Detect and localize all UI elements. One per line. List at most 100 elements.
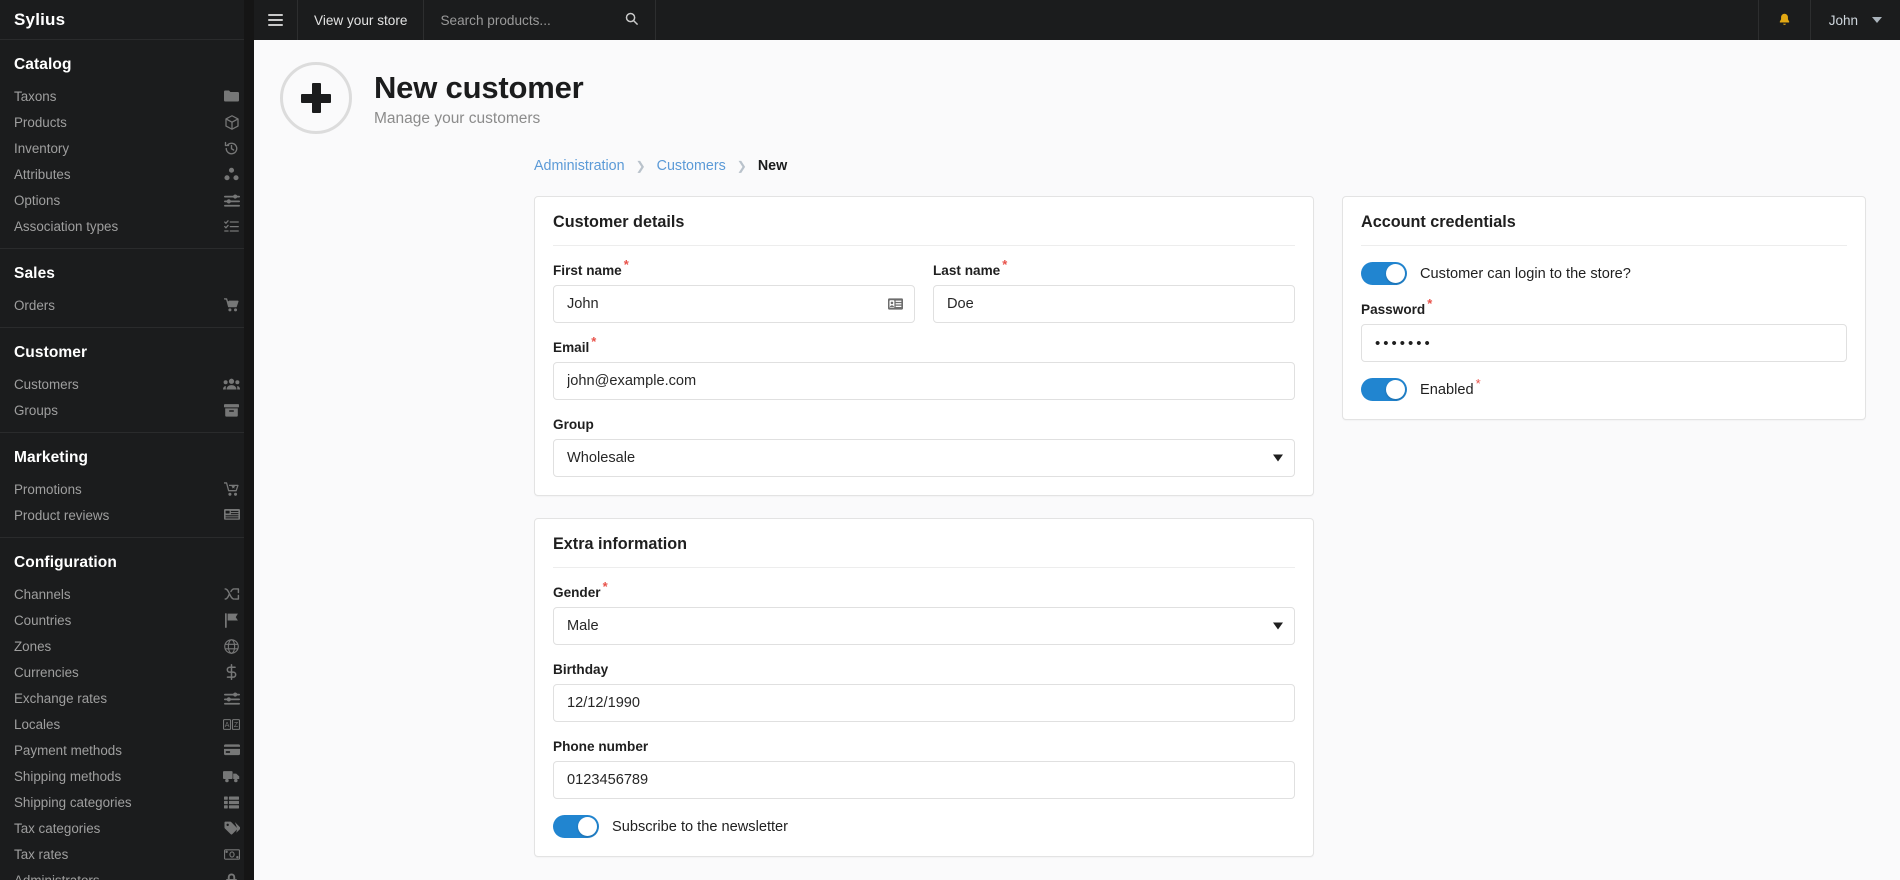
user-name: John xyxy=(1828,12,1858,28)
breadcrumb-item-customers[interactable]: Customers xyxy=(657,158,726,174)
search-input[interactable] xyxy=(440,12,601,28)
tags-icon xyxy=(223,821,240,836)
sidebar-scrollbar-track[interactable] xyxy=(244,0,254,880)
sidebar-item-payment-methods[interactable]: Payment methods xyxy=(0,737,254,763)
sidebar-item-product-reviews[interactable]: Product reviews xyxy=(0,502,254,528)
app-root: Sylius Catalog Taxons Products Inventory Att… xyxy=(0,0,1900,880)
hamburger-icon[interactable] xyxy=(254,0,298,40)
last-name-input[interactable] xyxy=(933,285,1295,323)
sidebar-item-inventory[interactable]: Inventory xyxy=(0,135,254,161)
sidebar-item-products[interactable]: Products xyxy=(0,109,254,135)
group-select-wrap xyxy=(553,439,1295,477)
email-label-text: Email xyxy=(553,340,590,355)
sidebar-item-options[interactable]: Options xyxy=(0,187,254,213)
sidebar-item-label: Inventory xyxy=(14,140,70,156)
sidebar-item-label: Customers xyxy=(14,376,79,392)
sidebar-item-promotions[interactable]: Promotions xyxy=(0,476,254,502)
sidebar-item-label: Tax rates xyxy=(14,846,69,862)
truck-icon xyxy=(223,769,240,784)
sidebar-item-attributes[interactable]: Attributes xyxy=(0,161,254,187)
hamburger-bars xyxy=(268,12,283,28)
brand-name: Sylius xyxy=(14,9,66,29)
sidebar-item-administrators[interactable]: Administrators xyxy=(0,867,254,880)
lock-icon xyxy=(223,872,240,880)
enabled-toggle-row: Enabled * xyxy=(1361,377,1847,401)
extra-information-card: Extra information Gender* Birthday xyxy=(534,518,1314,857)
can-login-toggle[interactable] xyxy=(1361,262,1407,285)
required-marker: * xyxy=(1002,257,1008,273)
email-input[interactable] xyxy=(553,362,1295,400)
language-icon: AZ xyxy=(223,717,240,732)
sidebar-item-orders[interactable]: Orders xyxy=(0,292,254,318)
last-name-label: Last name * xyxy=(933,258,1007,278)
history-icon xyxy=(223,141,240,156)
password-input[interactable] xyxy=(1361,324,1847,362)
sidebar-item-currencies[interactable]: Currencies xyxy=(0,659,254,685)
toggle-knob xyxy=(1386,380,1405,399)
bell-icon[interactable] xyxy=(1759,0,1811,40)
gender-select[interactable] xyxy=(553,607,1295,645)
gender-select-wrap xyxy=(553,607,1295,645)
sidebar-section-header: Configuration xyxy=(14,554,117,571)
group-select[interactable] xyxy=(553,439,1295,477)
sidebar-item-shipping-categories[interactable]: Shipping categories xyxy=(0,789,254,815)
sidebar-section-header: Catalog xyxy=(14,56,72,73)
required-marker: * xyxy=(602,579,608,595)
sidebar-item-shipping-methods[interactable]: Shipping methods xyxy=(0,763,254,789)
comment-list-icon xyxy=(223,508,240,523)
sidebar-item-channels[interactable]: Channels xyxy=(0,581,254,607)
sidebar-section-configuration: Configuration Channels Countries Zones Curre… xyxy=(0,538,254,880)
birthday-label: Birthday xyxy=(553,662,609,677)
sidebar-item-label: Orders xyxy=(14,297,55,313)
sidebar-section-marketing: Marketing Promotions Product reviews xyxy=(0,433,254,538)
last-name-input-wrap xyxy=(933,285,1295,323)
cart-icon xyxy=(223,298,240,313)
atoms-icon xyxy=(223,167,240,182)
search-icon[interactable] xyxy=(624,11,639,29)
first-name-field: First name * xyxy=(553,258,915,323)
sidebar-item-label: Shipping categories xyxy=(14,794,132,810)
sidebar-item-taxons[interactable]: Taxons xyxy=(0,83,254,109)
main-region: View your store John xyxy=(254,0,1900,880)
first-name-input[interactable] xyxy=(553,285,915,323)
enabled-label: Enabled * xyxy=(1420,377,1481,398)
newsletter-toggle[interactable] xyxy=(553,815,599,838)
checklist-icon xyxy=(223,219,240,234)
credit-card-icon xyxy=(223,743,240,758)
view-store-link[interactable]: View your store xyxy=(298,0,425,40)
dollar-icon xyxy=(223,664,240,680)
sidebar: Sylius Catalog Taxons Products Inventory Att… xyxy=(0,0,254,880)
sidebar-item-exchange-rates[interactable]: Exchange rates xyxy=(0,685,254,711)
sidebar-item-locales[interactable]: Locales A Z xyxy=(0,711,254,737)
sidebar-item-countries[interactable]: Countries xyxy=(0,607,254,633)
sidebar-item-label: Channels xyxy=(14,586,71,602)
gender-label: Gender * xyxy=(553,580,608,600)
sidebar-item-label: Promotions xyxy=(14,481,82,497)
cart-star-icon xyxy=(223,481,240,497)
sidebar-item-tax-categories[interactable]: Tax categories xyxy=(0,815,254,841)
brand-logo[interactable]: Sylius xyxy=(0,0,254,40)
sidebar-item-customers[interactable]: Customers xyxy=(0,371,254,397)
archive-icon xyxy=(223,403,240,418)
extra-information-title: Extra information xyxy=(553,535,1295,568)
sidebar-item-zones[interactable]: Zones xyxy=(0,633,254,659)
email-label: Email * xyxy=(553,335,596,355)
sidebar-item-label: Tax categories xyxy=(14,820,101,836)
email-input-wrap xyxy=(553,362,1295,400)
plus-glyph xyxy=(301,83,331,113)
first-name-label-text: First name xyxy=(553,263,622,278)
sidebar-item-groups[interactable]: Groups xyxy=(0,397,254,423)
account-credentials-card: Account credentials Customer can login t… xyxy=(1342,196,1866,420)
breadcrumb-item-administration[interactable]: Administration xyxy=(534,158,625,174)
phone-input[interactable] xyxy=(553,761,1295,799)
enabled-toggle[interactable] xyxy=(1361,378,1407,401)
sliders-icon xyxy=(223,691,240,706)
form-columns: Customer details First name * John Last … xyxy=(254,174,1900,879)
sidebar-item-label: Attributes xyxy=(14,166,71,182)
password-label: Password * xyxy=(1361,297,1432,317)
sidebar-item-association-types[interactable]: Association types xyxy=(0,213,254,239)
user-menu[interactable]: John xyxy=(1811,0,1900,40)
sidebar-item-tax-rates[interactable]: Tax rates xyxy=(0,841,254,867)
product-search[interactable] xyxy=(424,0,657,40)
birthday-input[interactable] xyxy=(553,684,1295,722)
